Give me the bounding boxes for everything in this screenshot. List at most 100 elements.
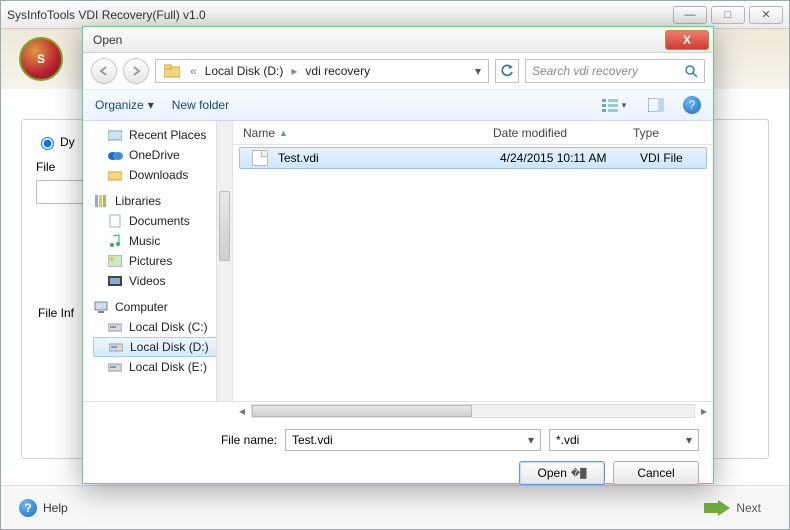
tree-music[interactable]: Music <box>93 231 232 251</box>
dialog-button-row: Open �█ Cancel <box>83 455 713 497</box>
app-logo-icon: S <box>19 37 63 81</box>
refresh-button[interactable] <box>495 59 519 83</box>
dialog-close-button[interactable]: X <box>665 30 709 50</box>
dynamic-radio[interactable] <box>41 137 54 150</box>
sort-indicator-icon: ▲ <box>279 128 288 138</box>
file-date: 4/24/2015 10:11 AM <box>500 151 607 165</box>
tree-computer[interactable]: Computer <box>93 297 232 317</box>
scroll-left-button[interactable]: ◂ <box>233 404 251 418</box>
recent-places-icon <box>107 128 123 142</box>
preview-pane-button[interactable] <box>641 94 671 116</box>
libraries-icon <box>93 194 109 208</box>
tree-pictures[interactable]: Pictures <box>93 251 232 271</box>
tree-label: Recent Places <box>129 128 206 142</box>
organize-menu[interactable]: Organize ▾ <box>95 98 154 112</box>
scroll-thumb[interactable] <box>252 405 472 417</box>
breadcrumb-dropdown-icon[interactable]: ▾ <box>470 64 486 78</box>
tree-scrollbar[interactable] <box>216 121 232 401</box>
column-name[interactable]: Name ▲ <box>233 126 483 140</box>
file-icon <box>252 150 268 166</box>
column-type[interactable]: Type <box>623 126 713 140</box>
drive-icon <box>107 360 123 374</box>
new-folder-button[interactable]: New folder <box>172 98 229 112</box>
chevron-down-icon[interactable]: ▾ <box>686 433 692 447</box>
file-row[interactable]: Test.vdi 4/24/2015 10:11 AM VDI File <box>239 147 707 169</box>
tree-onedrive[interactable]: OneDrive <box>93 145 232 165</box>
search-placeholder: Search vdi recovery <box>532 64 638 78</box>
chevron-down-icon: �█ <box>571 468 587 479</box>
cancel-button[interactable]: Cancel <box>613 461 699 485</box>
help-icon: ? <box>689 98 696 112</box>
tree-label: Computer <box>115 300 168 314</box>
preview-pane-icon <box>648 98 664 112</box>
breadcrumb-prefix: « <box>186 64 201 78</box>
main-window-title: SysInfoTools VDI Recovery(Full) v1.0 <box>7 8 669 22</box>
tree-label: Downloads <box>129 168 188 182</box>
file-filter-select[interactable]: *.vdi ▾ <box>549 429 699 451</box>
pictures-icon <box>107 254 123 268</box>
close-button[interactable]: ✕ <box>749 6 783 24</box>
breadcrumb-seg-1[interactable]: Local Disk (D:) <box>201 64 288 78</box>
help-button[interactable]: ? Help <box>19 499 68 517</box>
tree-documents[interactable]: Documents <box>93 211 232 231</box>
toolbar-help-button[interactable]: ? <box>683 96 701 114</box>
tree-downloads[interactable]: Downloads <box>93 165 232 185</box>
dialog-content: Recent Places OneDrive Downloads Librari… <box>83 121 713 401</box>
help-label: Help <box>43 501 68 515</box>
filename-input[interactable]: Test.vdi ▾ <box>285 429 541 451</box>
filename-value: Test.vdi <box>292 433 333 447</box>
scrollbar-thumb[interactable] <box>219 191 230 261</box>
breadcrumb-seg-2[interactable]: vdi recovery <box>301 64 374 78</box>
drive-icon <box>108 340 124 354</box>
computer-icon <box>93 300 109 314</box>
back-arrow-icon <box>98 65 110 77</box>
forward-button[interactable] <box>123 58 149 84</box>
toolbar: Organize ▾ New folder ▾ ? <box>83 89 713 121</box>
tree-label: Pictures <box>129 254 172 268</box>
tree-label: Libraries <box>115 194 161 208</box>
scroll-track[interactable] <box>251 404 695 418</box>
nav-bar: « Local Disk (D:) ▸ vdi recovery ▾ Searc… <box>83 53 713 89</box>
column-label: Date modified <box>493 126 567 140</box>
open-button[interactable]: Open �█ <box>519 461 605 485</box>
file-type: VDI File <box>640 151 683 165</box>
scroll-right-button[interactable]: ▸ <box>695 404 713 418</box>
column-label: Name <box>243 126 275 140</box>
documents-icon <box>107 214 123 228</box>
next-arrow-icon <box>704 500 730 516</box>
tree-videos[interactable]: Videos <box>93 271 232 291</box>
horizontal-scrollbar[interactable]: ◂ ▸ <box>83 401 713 419</box>
column-date[interactable]: Date modified <box>483 126 623 140</box>
filename-row: File name: Test.vdi ▾ *.vdi ▾ <box>83 419 713 455</box>
filename-label: File name: <box>97 433 277 447</box>
videos-icon <box>107 274 123 288</box>
breadcrumb-bar[interactable]: « Local Disk (D:) ▸ vdi recovery ▾ <box>155 59 489 83</box>
tree-disk-d[interactable]: Local Disk (D:) <box>93 337 226 357</box>
tree-recent-places[interactable]: Recent Places <box>93 125 232 145</box>
tree-label: Music <box>129 234 160 248</box>
nav-tree: Recent Places OneDrive Downloads Librari… <box>83 121 233 401</box>
column-headers: Name ▲ Date modified Type <box>233 121 713 145</box>
chevron-down-icon[interactable]: ▾ <box>528 433 534 447</box>
tree-label: Local Disk (C:) <box>129 320 208 334</box>
tree-disk-e[interactable]: Local Disk (E:) <box>93 357 232 377</box>
tree-disk-c[interactable]: Local Disk (C:) <box>93 317 232 337</box>
downloads-icon <box>107 168 123 182</box>
search-input[interactable]: Search vdi recovery <box>525 59 705 83</box>
file-list: Name ▲ Date modified Type Test.vdi 4/24/… <box>233 121 713 401</box>
next-button[interactable]: Next <box>694 496 771 520</box>
help-icon: ? <box>19 499 37 517</box>
dialog-title: Open <box>93 33 665 47</box>
logo-letter: S <box>37 52 45 66</box>
back-button[interactable] <box>91 58 117 84</box>
tree-libraries[interactable]: Libraries <box>93 191 232 211</box>
maximize-button[interactable]: □ <box>711 6 745 24</box>
dynamic-radio-label: Dy <box>60 135 75 149</box>
chevron-down-icon: ▾ <box>148 98 154 112</box>
view-mode-button[interactable]: ▾ <box>599 94 629 116</box>
open-dialog: Open X « Local Disk (D:) ▸ vdi recovery … <box>82 26 714 484</box>
column-label: Type <box>633 126 659 140</box>
next-label: Next <box>736 501 761 515</box>
minimize-button[interactable]: — <box>673 6 707 24</box>
organize-label: Organize <box>95 98 144 112</box>
